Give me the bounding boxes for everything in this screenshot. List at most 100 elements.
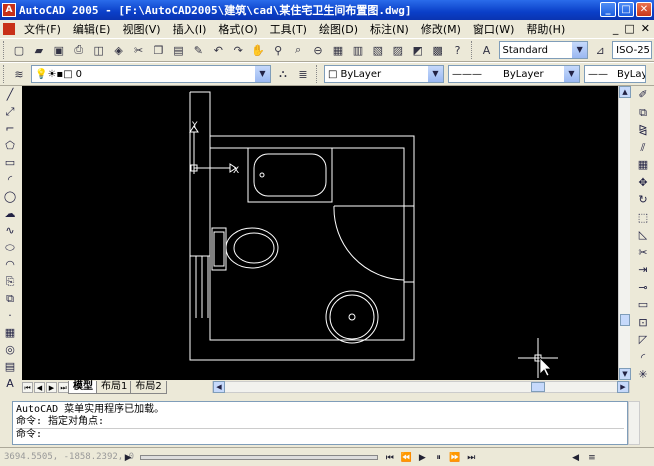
revision-cloud-icon[interactable]: ☁ — [2, 205, 18, 222]
chamfer-icon[interactable]: ◸ — [634, 331, 652, 349]
scale-icon[interactable]: ⬚ — [634, 209, 652, 227]
copy-icon[interactable]: ❐ — [150, 41, 168, 59]
linetype-select[interactable]: ——— ByLayer ▼ — [448, 65, 580, 83]
first-tab-icon[interactable]: ⏮ — [22, 381, 33, 393]
menu-file[interactable]: 文件(F) — [18, 21, 67, 37]
ellipse-icon[interactable]: ⬭ — [2, 239, 18, 256]
tab-layout2[interactable]: 布局2 — [130, 380, 167, 394]
new-icon[interactable]: ▢ — [10, 41, 28, 59]
arc-icon[interactable]: ◜ — [2, 171, 18, 188]
open-icon[interactable]: ▰ — [30, 41, 48, 59]
layer-manager-icon[interactable]: ≋ — [10, 65, 28, 83]
scroll-right-icon[interactable]: ▶ — [617, 381, 629, 393]
doc-close-button[interactable]: ✕ — [641, 22, 650, 35]
offset-icon[interactable]: ⫽ — [634, 139, 652, 157]
menu-help[interactable]: 帮助(H) — [520, 21, 571, 37]
redo-icon[interactable]: ↷ — [229, 41, 247, 59]
circle-icon[interactable]: ◯ — [2, 188, 18, 205]
array-icon[interactable]: ▦ — [634, 156, 652, 174]
menu-modify[interactable]: 修改(M) — [415, 21, 467, 37]
quickcalc-icon[interactable]: ▩ — [429, 41, 447, 59]
extend-icon[interactable]: ⇥ — [634, 261, 652, 279]
hatch-icon[interactable]: ▦ — [2, 324, 18, 341]
fast-forward-icon[interactable]: ⏩ — [449, 451, 461, 465]
command-scrollbar[interactable] — [628, 401, 640, 445]
fillet-icon[interactable]: ◜ — [634, 349, 652, 367]
undo-icon[interactable]: ↶ — [209, 41, 227, 59]
pan-icon[interactable]: ✋ — [249, 41, 267, 59]
break-icon[interactable]: ▭ — [634, 296, 652, 314]
toolbar-grip[interactable] — [470, 41, 474, 59]
rewind-icon[interactable]: ⏪ — [400, 451, 412, 465]
pause-icon[interactable]: ⏸ — [433, 451, 445, 465]
properties-icon[interactable]: ▦ — [329, 41, 347, 59]
stretch-icon[interactable]: ◺ — [634, 226, 652, 244]
toolbar-grip[interactable] — [3, 65, 6, 83]
trim-icon[interactable]: ✂ — [634, 244, 652, 262]
mtext-icon[interactable]: A — [2, 375, 18, 392]
table-icon[interactable]: ▤ — [2, 358, 18, 375]
print-icon[interactable]: ⎙ — [70, 41, 88, 59]
close-button[interactable]: ✕ — [636, 2, 652, 17]
chevron-down-icon[interactable]: ▼ — [428, 66, 443, 82]
play-icon[interactable]: ▶ — [122, 451, 134, 465]
make-block-icon[interactable]: ⧉ — [2, 290, 18, 307]
sheet-set-icon[interactable]: ▨ — [389, 41, 407, 59]
next-tab-icon[interactable]: ▶ — [46, 381, 57, 393]
scroll-up-icon[interactable]: ▲ — [619, 86, 631, 98]
skip-forward-icon[interactable]: ⏭ — [465, 451, 477, 465]
chevron-down-icon[interactable]: ▼ — [255, 66, 270, 82]
break-at-point-icon[interactable]: ⊸ — [634, 279, 652, 297]
move-icon[interactable]: ✥ — [634, 174, 652, 192]
playback-track[interactable] — [140, 455, 378, 460]
horizontal-scrollbar[interactable]: ◀ ▶ — [212, 381, 630, 393]
autocad-app-icon[interactable]: A — [2, 3, 16, 17]
vertical-scrollbar[interactable]: ▲ ▼ — [618, 86, 631, 380]
menu-window[interactable]: 窗口(W) — [467, 21, 520, 37]
chevron-down-icon[interactable]: ▼ — [564, 66, 579, 82]
doc-restore-button[interactable]: □ — [624, 22, 634, 35]
menu-view[interactable]: 视图(V) — [116, 21, 166, 37]
zoom-previous-icon[interactable]: ⊖ — [309, 41, 327, 59]
settings-icon[interactable]: ≡ — [586, 451, 598, 465]
line-icon[interactable]: ╱ — [2, 86, 18, 103]
paste-icon[interactable]: ▤ — [170, 41, 188, 59]
point-icon[interactable]: · — [2, 307, 18, 324]
zoom-realtime-icon[interactable]: ⚲ — [269, 41, 287, 59]
layer-previous-icon[interactable]: ≣ — [294, 65, 312, 83]
menu-edit[interactable]: 编辑(E) — [67, 21, 117, 37]
chevron-down-icon[interactable]: ▼ — [572, 42, 588, 58]
dim-style-select[interactable]: ISO-25 — [612, 41, 653, 59]
skip-back-icon[interactable]: ⏮ — [384, 451, 396, 465]
publish-icon[interactable]: ◈ — [110, 41, 128, 59]
construction-line-icon[interactable]: ⤢ — [2, 103, 18, 120]
text-style-select[interactable]: Standard ▼ — [498, 41, 589, 59]
polyline-icon[interactable]: ⌐ — [2, 120, 18, 137]
lineweight-select[interactable]: —— ByLay — [584, 65, 646, 83]
tool-palettes-icon[interactable]: ▧ — [369, 41, 387, 59]
menu-draw[interactable]: 绘图(D) — [313, 21, 364, 37]
tab-layout1[interactable]: 布局1 — [96, 380, 133, 394]
zoom-window-icon[interactable]: ⌕ — [289, 41, 307, 59]
erase-icon[interactable]: ✐ — [634, 86, 652, 104]
vertical-scroll-thumb[interactable] — [620, 314, 630, 326]
command-prompt[interactable]: 命令: — [16, 428, 624, 441]
cut-icon[interactable]: ✂ — [130, 41, 148, 59]
polygon-icon[interactable]: ⬠ — [2, 137, 18, 154]
drawing-area[interactable]: Y X — [22, 86, 618, 380]
markup-icon[interactable]: ◩ — [409, 41, 427, 59]
region-icon[interactable]: ◎ — [2, 341, 18, 358]
command-window[interactable]: AutoCAD 菜单实用程序已加载。 命令: 指定对角点: 命令: — [12, 401, 628, 445]
tab-model[interactable]: 模型 — [68, 380, 98, 394]
minimize-button[interactable]: _ — [600, 2, 616, 17]
play-button-icon[interactable]: ▶ — [416, 451, 428, 465]
horizontal-scroll-thumb[interactable] — [531, 382, 545, 392]
toolbar-grip[interactable] — [316, 65, 319, 83]
save-icon[interactable]: ▣ — [50, 41, 68, 59]
spline-icon[interactable]: ∿ — [2, 222, 18, 239]
restore-button[interactable]: □ — [618, 2, 634, 17]
volume-icon[interactable]: ◀ — [569, 451, 581, 465]
rectangle-icon[interactable]: ▭ — [2, 154, 18, 171]
menu-format[interactable]: 格式(O) — [212, 21, 263, 37]
layer-select[interactable]: 💡☀▪□ 0 ▼ — [31, 65, 271, 83]
